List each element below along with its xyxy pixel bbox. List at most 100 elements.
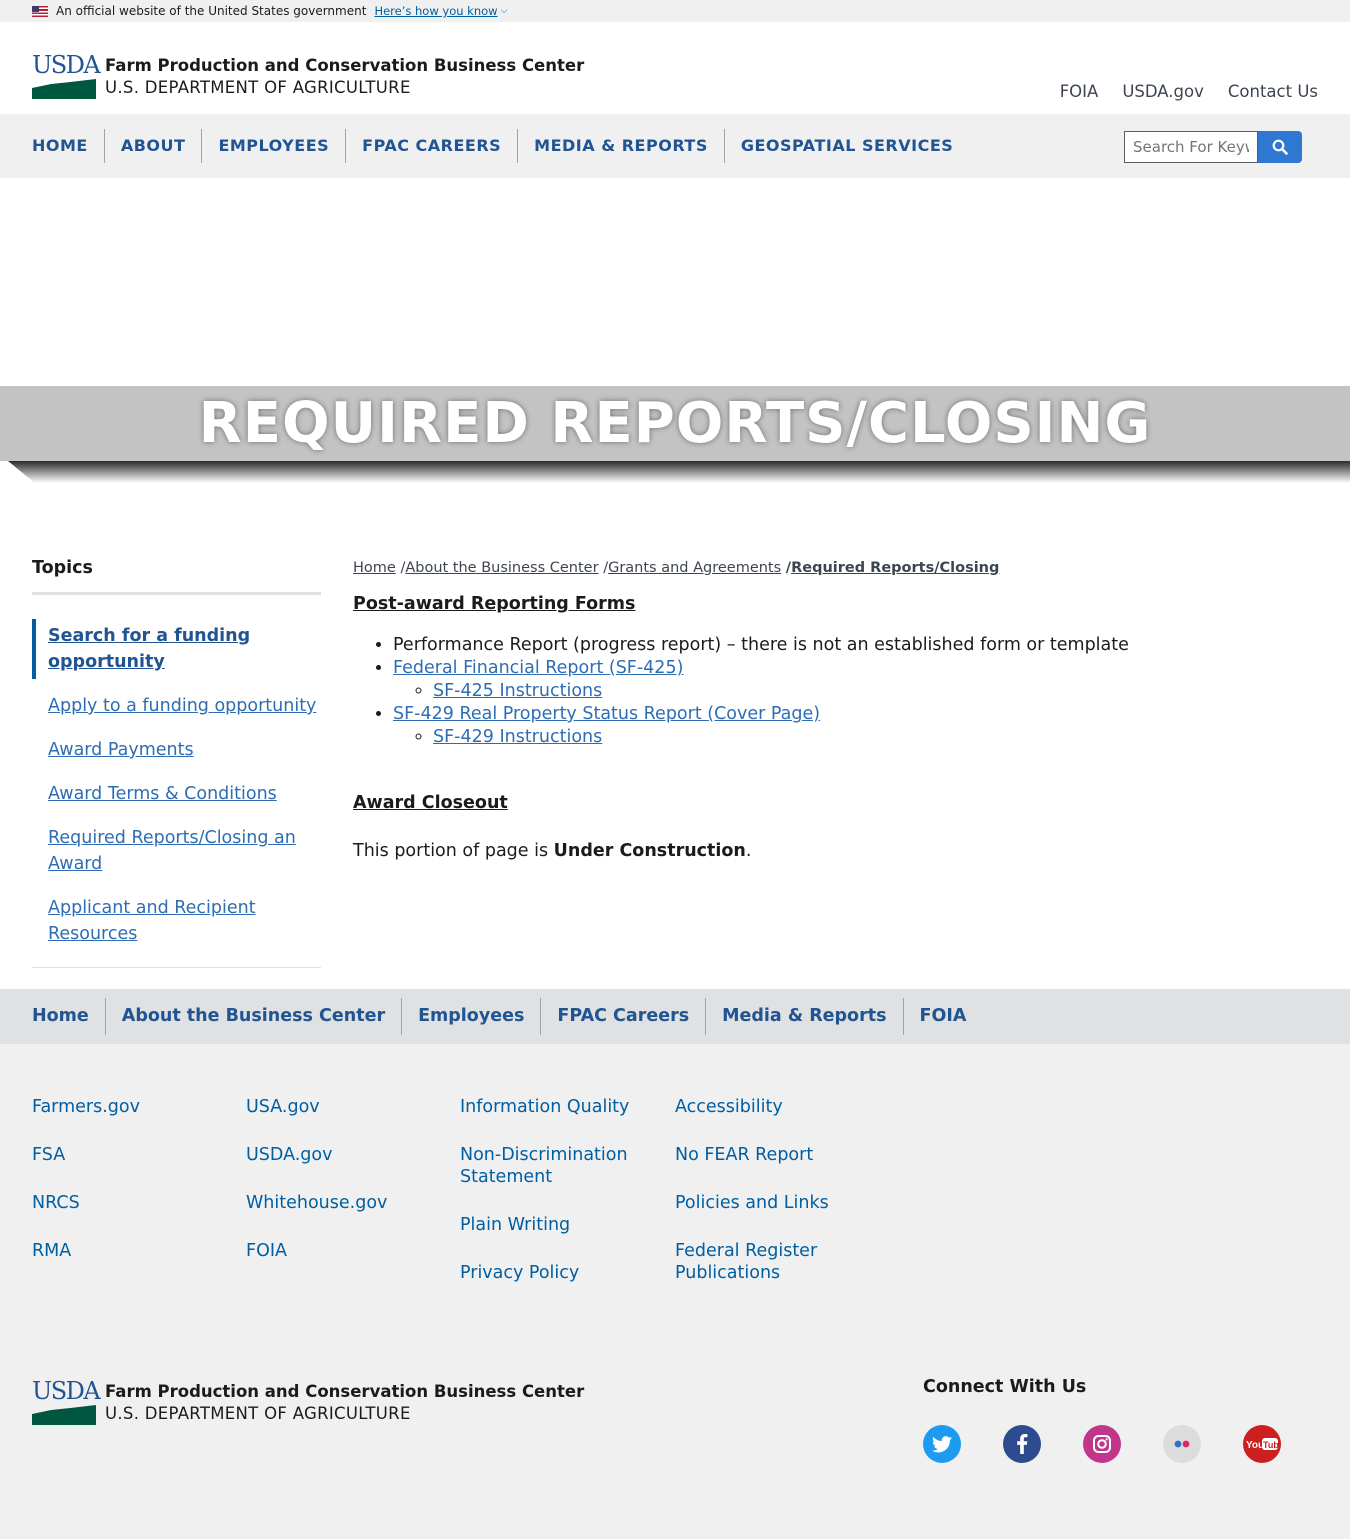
search-form [1124, 131, 1302, 163]
search-button[interactable] [1258, 131, 1302, 163]
connect-heading: Connect With Us [923, 1377, 1087, 1397]
sf425-link[interactable]: Federal Financial Report (SF-425) [393, 658, 683, 678]
footer-col-3: Information Quality Non-Discrimination S… [460, 1096, 650, 1310]
footer-link-farmers[interactable]: Farmers.gov [32, 1096, 232, 1118]
footer-col-4: Accessibility No FEAR Report Policies an… [675, 1096, 865, 1310]
utility-nav: FOIA USDA.gov Contact Us [1060, 82, 1318, 101]
utility-link-usda[interactable]: USDA.gov [1122, 82, 1204, 101]
footer-link-whitehouse[interactable]: Whitehouse.gov [246, 1192, 446, 1214]
footer-link-fsa[interactable]: FSA [32, 1144, 232, 1166]
main-content: Home /About the Business Center /Grants … [353, 560, 1313, 861]
utility-link-foia[interactable]: FOIA [1060, 82, 1099, 101]
footer-link-usda-gov[interactable]: USDA.gov [246, 1144, 446, 1166]
breadcrumb: Home /About the Business Center /Grants … [353, 560, 1313, 576]
usda-logo-text: USDA [32, 51, 101, 79]
footer-col-2: USA.gov USDA.gov Whitehouse.gov FOIA [246, 1096, 446, 1288]
footer-link-plain-writing[interactable]: Plain Writing [460, 1214, 650, 1236]
footer-department-subtitle: U.S. DEPARTMENT OF AGRICULTURE [105, 1404, 411, 1423]
us-flag-icon [32, 5, 48, 17]
usda-logo-text: USDA [32, 1377, 101, 1405]
list-item: SF-425 Instructions [433, 680, 1313, 703]
social-links: YouTube [923, 1425, 1281, 1463]
breadcrumb-home[interactable]: Home [353, 560, 396, 576]
footer-link-non-discrimination[interactable]: Non-Discrimination Statement [460, 1144, 650, 1188]
footer-link-nrcs[interactable]: NRCS [32, 1192, 232, 1214]
footer-nav-employees[interactable]: Employees [401, 998, 540, 1035]
page-title: REQUIRED REPORTS/CLOSING [198, 391, 1152, 456]
list-item: SF-429 Real Property Status Report (Cove… [393, 703, 1313, 749]
breadcrumb-grants[interactable]: Grants and Agreements [608, 560, 781, 576]
nav-item-geospatial-services[interactable]: GEOSPATIAL SERVICES [723, 129, 969, 163]
search-input[interactable] [1124, 131, 1258, 163]
instagram-icon[interactable] [1083, 1425, 1121, 1463]
sidebar-heading: Topics [32, 558, 321, 595]
footer-link-policies[interactable]: Policies and Links [675, 1192, 865, 1214]
main-nav: HOME ABOUT EMPLOYEES FPAC CAREERS MEDIA … [0, 114, 1350, 178]
footer-link-rma[interactable]: RMA [32, 1240, 232, 1262]
footer-link-information-quality[interactable]: Information Quality [460, 1096, 650, 1118]
youtube-icon[interactable]: YouTube [1243, 1425, 1281, 1463]
under-construction-text: This portion of page is Under Constructi… [353, 841, 752, 861]
footer-link-usa-gov[interactable]: USA.gov [246, 1096, 446, 1118]
footer-col-1: Farmers.gov FSA NRCS RMA [32, 1096, 232, 1288]
list-item: SF-429 Instructions [433, 726, 1313, 749]
nav-item-media-reports[interactable]: MEDIA & REPORTS [517, 129, 724, 163]
sidebar-item-award-terms[interactable]: Award Terms & Conditions [32, 777, 321, 811]
footer-link-federal-register[interactable]: Federal Register Publications [675, 1240, 865, 1284]
hero-shadow [8, 461, 1350, 483]
footer-logo[interactable]: USDA Farm Production and Conservation Bu… [32, 1379, 584, 1425]
section-title-reporting-forms: Post-award Reporting Forms [353, 594, 636, 614]
breadcrumb-current[interactable]: Required Reports/Closing [791, 560, 999, 576]
sidebar-item-applicant-resources[interactable]: Applicant and Recipient Resources [32, 891, 321, 951]
sidebar-item-apply-funding[interactable]: Apply to a funding opportunity [32, 689, 321, 723]
footer-link-accessibility[interactable]: Accessibility [675, 1096, 865, 1118]
gov-banner-text: An official website of the United States… [56, 4, 367, 18]
site-header: USDA Farm Production and Conservation Bu… [0, 22, 1350, 114]
list-item: Federal Financial Report (SF-425) SF-425… [393, 657, 1313, 703]
footer-nav-fpac-careers[interactable]: FPAC Careers [540, 998, 705, 1035]
site-logo[interactable]: USDA Farm Production and Conservation Bu… [32, 53, 584, 99]
footer-nav-home[interactable]: Home [32, 998, 105, 1035]
footer-link-privacy-policy[interactable]: Privacy Policy [460, 1262, 650, 1284]
usda-logo-icon: USDA [32, 51, 101, 99]
svg-text:You: You [1246, 1440, 1264, 1451]
sidebar-item-required-reports[interactable]: Required Reports/Closing an Award [32, 821, 321, 881]
department-subtitle: U.S. DEPARTMENT OF AGRICULTURE [105, 78, 411, 97]
sidebar: Topics Search for a funding opportunity … [32, 558, 321, 968]
sidebar-item-award-payments[interactable]: Award Payments [32, 733, 321, 767]
how-you-know-link[interactable]: Here’s how you know [374, 4, 497, 18]
nav-item-employees[interactable]: EMPLOYEES [201, 129, 345, 163]
footer-link-no-fear[interactable]: No FEAR Report [675, 1144, 865, 1166]
sf429-instructions-link[interactable]: SF-429 Instructions [433, 727, 602, 747]
flickr-icon[interactable] [1163, 1425, 1201, 1463]
section-title-award-closeout: Award Closeout [353, 793, 508, 813]
nav-item-about[interactable]: ABOUT [103, 129, 202, 163]
footer-nav-foia[interactable]: FOIA [902, 998, 983, 1035]
reporting-forms-list: Performance Report (progress report) – t… [353, 634, 1313, 749]
sidebar-item-search-funding[interactable]: Search for a funding opportunity [32, 619, 321, 679]
footer-nav-about[interactable]: About the Business Center [104, 998, 401, 1035]
svg-text:Tube: Tube [1263, 1440, 1278, 1450]
twitter-icon[interactable] [923, 1425, 961, 1463]
search-icon [1272, 139, 1288, 155]
site-footer: Farmers.gov FSA NRCS RMA USA.gov USDA.go… [0, 1044, 1350, 1539]
connect-section: Connect With Us YouTube [923, 1377, 1281, 1463]
nav-item-home[interactable]: HOME [32, 129, 104, 163]
performance-report-text: Performance Report (progress report) – t… [393, 635, 1129, 655]
sf429-link[interactable]: SF-429 Real Property Status Report (Cove… [393, 704, 820, 724]
footer-agency-title: Farm Production and Conservation Busines… [105, 1382, 585, 1401]
footer-nav: Home About the Business Center Employees… [0, 989, 1350, 1044]
nav-item-fpac-careers[interactable]: FPAC CAREERS [345, 129, 517, 163]
chevron-down-icon: ⌵ [500, 6, 508, 16]
sf425-instructions-link[interactable]: SF-425 Instructions [433, 681, 602, 701]
footer-link-foia[interactable]: FOIA [246, 1240, 446, 1262]
gov-banner: An official website of the United States… [0, 0, 1350, 22]
list-item: Performance Report (progress report) – t… [393, 634, 1313, 657]
facebook-icon[interactable] [1003, 1425, 1041, 1463]
sidebar-list: Search for a funding opportunity Apply t… [32, 595, 321, 968]
breadcrumb-about[interactable]: About the Business Center [405, 560, 598, 576]
agency-title: Farm Production and Conservation Busines… [105, 56, 585, 75]
usda-logo-icon: USDA [32, 1377, 101, 1425]
footer-nav-media-reports[interactable]: Media & Reports [705, 998, 902, 1035]
utility-link-contact[interactable]: Contact Us [1228, 82, 1318, 101]
